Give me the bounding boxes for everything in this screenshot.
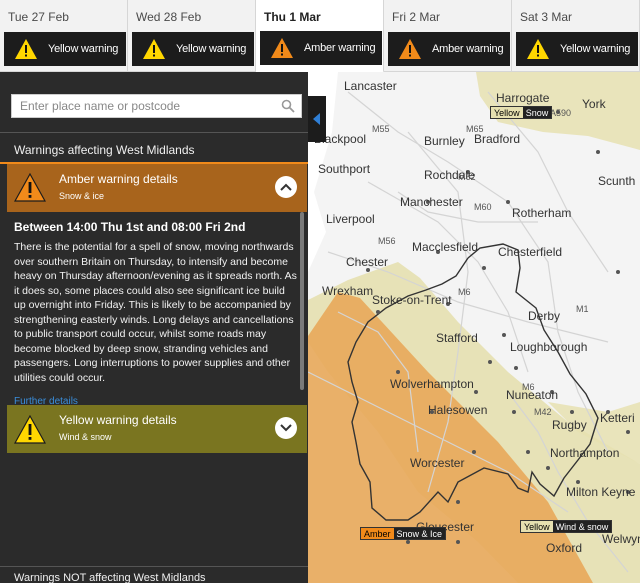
warning-triangle-icon [527,39,549,59]
map-place-label: Halesowen [428,403,488,417]
map-place-label: Chesterfield [498,245,563,259]
map-place-label: Manchester [400,195,463,209]
road-label: M56 [378,236,396,246]
warning-triangle-icon [143,39,165,59]
map-place-label: Lancaster [344,79,397,93]
warning-badge: Yellow warning [132,32,254,66]
road-label: M55 [372,124,390,134]
warning-badge: Amber warning [388,32,510,66]
chevron-up-icon [280,183,292,191]
map-place-label: Chester [346,255,389,269]
map-place-label: Rugby [552,418,587,432]
map-place-label: Burnley [424,134,465,148]
map-place-label: Milton Keyne [566,485,636,499]
road-label: M62 [458,172,476,182]
warning-label: Amber warning [304,42,376,54]
amber-warning-details: Between 14:00 Thu 1st and 08:00 Fri 2nd … [7,212,305,405]
not-affecting-heading: Warnings NOT affecting West Midlands [0,566,308,583]
road-label: M60 [474,202,492,212]
search-input[interactable] [12,95,301,117]
warning-badge: Amber warning [260,31,382,65]
map-label-level: Amber [361,528,394,539]
map-label-type: Wind & snow [552,521,612,532]
warning-triangle-icon [14,415,46,444]
map-canvas [308,72,640,583]
tab-sat-3-mar[interactable]: Sat 3 Mar Yellow warning [512,0,640,72]
map-warning-label[interactable]: Yellow Snow [490,106,553,119]
further-details-link[interactable]: Further details [14,396,78,405]
details-scrollbar[interactable] [300,212,304,390]
amber-warning-header[interactable]: Amber warning details Snow & ice [7,164,307,212]
tab-tue-27-feb[interactable]: Tue 27 Feb Yellow warning [0,0,128,72]
warnings-map[interactable]: Lancaster Harrogate York Blackpool Burnl… [308,72,640,583]
road-label: M6 [522,382,535,392]
map-warning-label[interactable]: Amber Snow & Ice [360,527,447,540]
chevron-down-icon [280,424,292,432]
road-label: A590 [550,108,572,118]
map-place-label: Wolverhampton [390,377,474,391]
map-label-level: Yellow [521,521,553,532]
map-place-label: Wrexham [322,284,374,298]
tab-date: Sat 3 Mar [520,10,573,24]
map-place-label: Ketteri [600,411,635,425]
road-label: M1 [576,304,589,314]
map-place-label: Northampton [550,446,620,460]
map-label-type: Snow [522,107,552,118]
map-place-label: York [582,97,606,111]
warning-description: There is the potential for a spell of sn… [14,241,297,384]
day-tabs: Tue 27 Feb Yellow warning Wed 28 Feb Yel… [0,0,640,73]
warnings-panel: Warnings affecting West Midlands Amber w… [0,72,308,583]
warning-triangle-icon [271,38,293,58]
warning-triangle-icon [399,39,421,59]
warning-label: Yellow warning [48,43,119,55]
tab-thu-1-mar[interactable]: Thu 1 Mar Amber warning [256,0,384,73]
tab-fri-2-mar[interactable]: Fri 2 Mar Amber warning [384,0,512,72]
expand-yellow-button[interactable] [275,417,297,439]
tab-date: Wed 28 Feb [136,10,202,24]
warning-triangle-icon [15,39,37,59]
map-place-label: Rotherham [512,206,572,220]
warning-label: Yellow warning [176,43,247,55]
yellow-warning-header[interactable]: Yellow warning details Wind & snow [7,405,307,453]
yellow-warning-subtitle: Wind & snow [59,432,112,442]
tab-date: Fri 2 Mar [392,10,440,24]
road-label: M42 [534,407,552,417]
amber-warning-title: Amber warning details [59,172,178,186]
map-place-label: Stafford [436,331,478,345]
yellow-warning-title: Yellow warning details [59,413,177,427]
map-place-label: Southport [318,162,371,176]
amber-warning-subtitle: Snow & ice [59,191,105,201]
map-place-label: Bradford [474,132,521,146]
search-box [11,94,302,118]
arrow-left-icon [313,113,320,125]
road-label: M6 [458,287,471,297]
map-place-label: Macclesfield [412,240,479,254]
map-place-label: Harrogate [496,91,550,105]
map-place-label: Liverpool [326,212,375,226]
map-place-label: Worcester [410,456,465,470]
warning-triangle-icon [14,173,46,202]
map-place-label: Oxford [546,541,583,555]
warning-label: Yellow warning [560,43,631,55]
map-warning-label[interactable]: Yellow Wind & snow [520,520,613,533]
affecting-heading: Warnings affecting West Midlands [0,132,308,164]
warning-badge: Yellow warning [516,32,638,66]
tab-date: Tue 27 Feb [8,10,69,24]
warning-time: Between 14:00 Thu 1st and 08:00 Fri 2nd [14,220,246,234]
panel-toggle-button[interactable] [308,96,326,142]
map-place-label: Welwyn [602,532,640,546]
map-label-level: Yellow [491,107,523,118]
warning-label: Amber warning [432,43,504,55]
search-icon[interactable] [281,99,295,113]
warning-badge: Yellow warning [4,32,126,66]
tab-wed-28-feb[interactable]: Wed 28 Feb Yellow warning [128,0,256,72]
map-place-label: Derby [528,309,561,323]
road-label: M65 [466,124,484,134]
map-place-label: Stoke-on-Trent [372,293,452,307]
map-place-label: Scunth [598,174,636,188]
tab-date: Thu 1 Mar [264,10,321,24]
collapse-amber-button[interactable] [275,176,297,198]
map-label-type: Snow & Ice [393,528,446,539]
map-place-label: Loughborough [510,340,588,354]
